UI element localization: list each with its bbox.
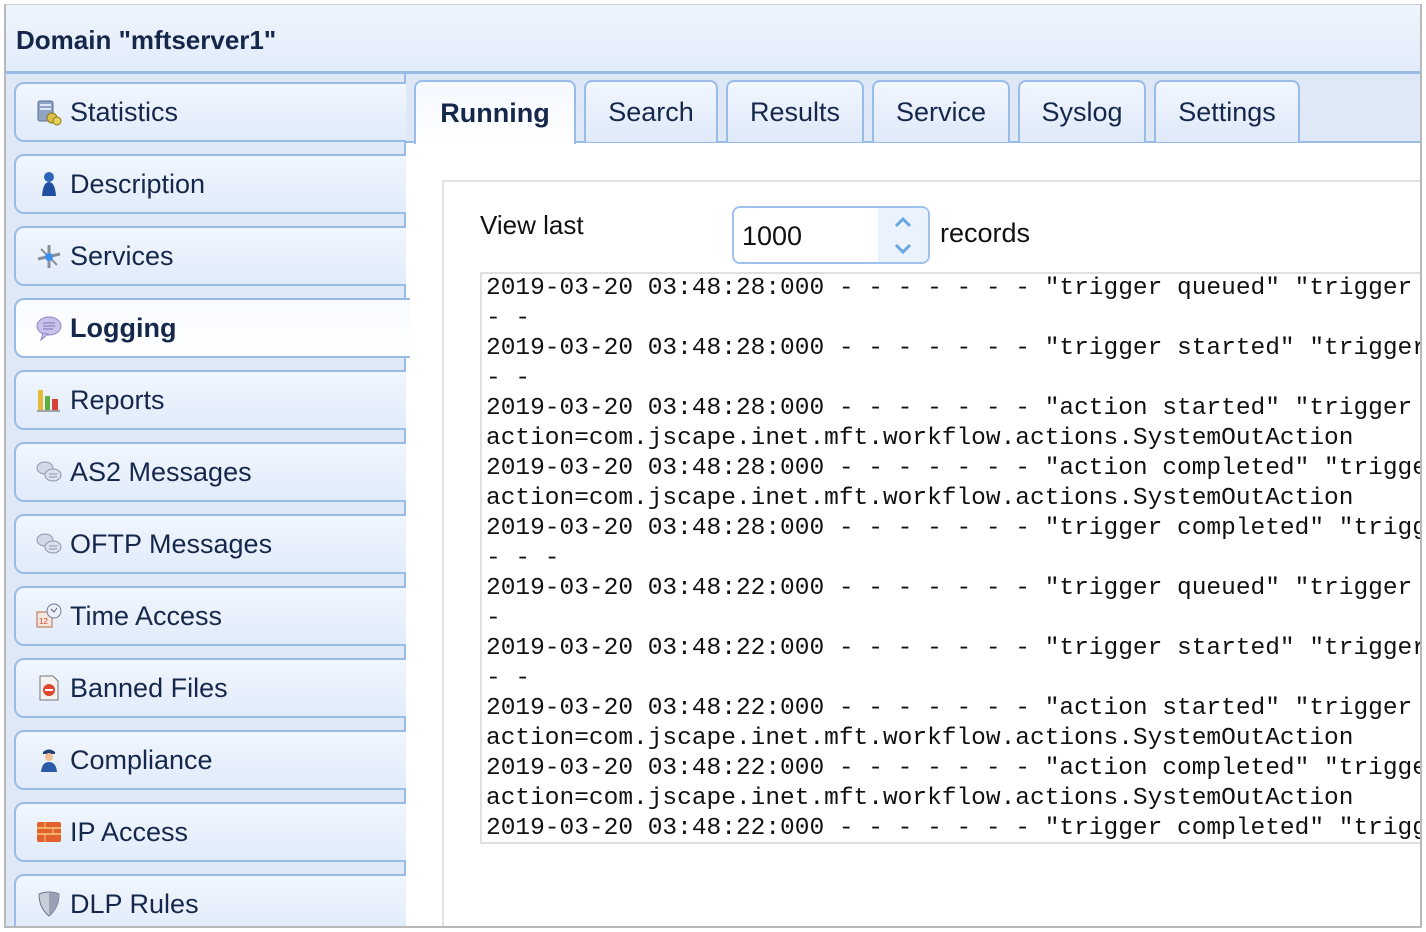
- messages-icon: [34, 529, 64, 559]
- log-line: 2019-03-20 03:48:28:000 - - - - - - - "t…: [486, 335, 1422, 362]
- records-count-input[interactable]: [742, 221, 872, 252]
- shield-icon: [34, 889, 64, 919]
- sidebar-item-description[interactable]: Description: [14, 154, 406, 214]
- records-label: records: [940, 218, 1031, 248]
- sidebar-item-label: Banned Files: [70, 672, 228, 703]
- log-line: action=com.jscape.inet.mft.workflow.acti…: [486, 485, 1354, 512]
- spinner-buttons: [878, 208, 928, 262]
- tab-service[interactable]: Service: [872, 80, 1010, 142]
- log-line: 2019-03-20 03:48:22:000 - - - - - - - "t…: [486, 815, 1422, 842]
- running-panel: View last records: [442, 180, 1422, 926]
- log-line: 2019-03-20 03:48:22:000 - - - - - - - "t…: [486, 635, 1422, 662]
- chevron-down-icon: [894, 243, 912, 254]
- log-line: 2019-03-20 03:48:22:000 - - - - - - - "a…: [486, 695, 1413, 722]
- bar-chart-icon: [34, 385, 64, 415]
- records-count-spinner[interactable]: [732, 206, 930, 264]
- sidebar-item-label: Compliance: [70, 744, 213, 775]
- sidebar-item-label: Description: [70, 168, 206, 199]
- log-line: action=com.jscape.inet.mft.workflow.acti…: [486, 725, 1354, 752]
- increment-button[interactable]: [878, 208, 928, 235]
- sidebar-item-as2-messages[interactable]: AS2 Messages: [14, 442, 406, 502]
- tab-search[interactable]: Search: [584, 80, 718, 142]
- chevron-up-icon: [894, 216, 912, 227]
- sidebar-item-label: Reports: [70, 384, 165, 415]
- domain-window: Domain "mftserver1" Statistics Descripti…: [4, 4, 1422, 928]
- log-line: 2019-03-20 03:48:22:000 - - - - - - - "t…: [486, 575, 1413, 602]
- sidebar-item-label: Services: [70, 240, 174, 271]
- log-line: 2019-03-20 03:48:28:000 - - - - - - - "a…: [486, 455, 1422, 482]
- speech-bubble-icon: [34, 313, 64, 343]
- log-line: action=com.jscape.inet.mft.workflow.acti…: [486, 785, 1354, 812]
- tab-results[interactable]: Results: [726, 80, 864, 142]
- sidebar-item-label: IP Access: [70, 816, 189, 847]
- sidebar-item-label: Time Access: [70, 600, 223, 631]
- tab-settings[interactable]: Settings: [1154, 80, 1300, 142]
- calendar-clock-icon: 12: [34, 601, 64, 631]
- sidebar-item-compliance[interactable]: Compliance: [14, 730, 406, 790]
- decrement-button[interactable]: [878, 235, 928, 262]
- log-line: action=com.jscape.inet.mft.workflow.acti…: [486, 425, 1354, 452]
- sidebar-item-label: AS2 Messages: [70, 456, 252, 487]
- tab-syslog[interactable]: Syslog: [1018, 80, 1146, 142]
- messages-icon: [34, 457, 64, 487]
- sidebar-item-label: Statistics: [70, 96, 179, 127]
- domain-title: Domain "mftserver1": [16, 25, 277, 55]
- officer-icon: [34, 745, 64, 775]
- sidebar-item-services[interactable]: Services: [14, 226, 406, 286]
- person-icon: [34, 169, 64, 199]
- banned-file-icon: [34, 673, 64, 703]
- sidebar-item-label: Logging: [70, 312, 177, 343]
- log-line: 2019-03-20 03:48:28:000 - - - - - - - "a…: [486, 395, 1413, 422]
- view-last-label: View last: [480, 210, 584, 240]
- log-line: 2019-03-20 03:48:22:000 - - - - - - - "a…: [486, 755, 1422, 782]
- sidebar-item-banned-files[interactable]: Banned Files: [14, 658, 406, 718]
- sidebar-item-dlp-rules[interactable]: DLP Rules: [14, 874, 406, 926]
- sidebar-item-logging[interactable]: Logging: [14, 298, 410, 358]
- domain-header: Domain "mftserver1": [6, 5, 1420, 74]
- sidebar-item-time-access[interactable]: 12 Time Access: [14, 586, 406, 646]
- services-icon: [34, 241, 64, 271]
- sidebar-item-label: DLP Rules: [70, 888, 199, 919]
- logging-content: Running Search Results Service Syslog Se…: [406, 74, 1420, 926]
- sidebar-item-label: OFTP Messages: [70, 528, 273, 559]
- tab-bar: Running Search Results Service Syslog Se…: [406, 74, 1420, 144]
- sidebar-item-reports[interactable]: Reports: [14, 370, 406, 430]
- sidebar-item-statistics[interactable]: Statistics: [14, 82, 406, 142]
- log-line: - - -: [486, 545, 560, 572]
- sidebar: Statistics Description Services Logging …: [6, 74, 410, 926]
- log-line: - -: [486, 305, 531, 332]
- log-output[interactable]: 2019-03-20 03:48:28:000 - - - - - - - "t…: [480, 272, 1422, 844]
- tab-running[interactable]: Running: [414, 80, 576, 144]
- log-line: -: [486, 605, 501, 632]
- log-line: - -: [486, 665, 531, 692]
- log-line: - -: [486, 365, 531, 392]
- statistics-icon: [34, 97, 64, 127]
- svg-text:12: 12: [39, 617, 48, 626]
- firewall-icon: [34, 817, 64, 847]
- log-line: 2019-03-20 03:48:28:000 - - - - - - - "t…: [486, 275, 1413, 302]
- log-line: 2019-03-20 03:48:28:000 - - - - - - - "t…: [486, 515, 1422, 542]
- sidebar-item-oftp-messages[interactable]: OFTP Messages: [14, 514, 406, 574]
- sidebar-item-ip-access[interactable]: IP Access: [14, 802, 406, 862]
